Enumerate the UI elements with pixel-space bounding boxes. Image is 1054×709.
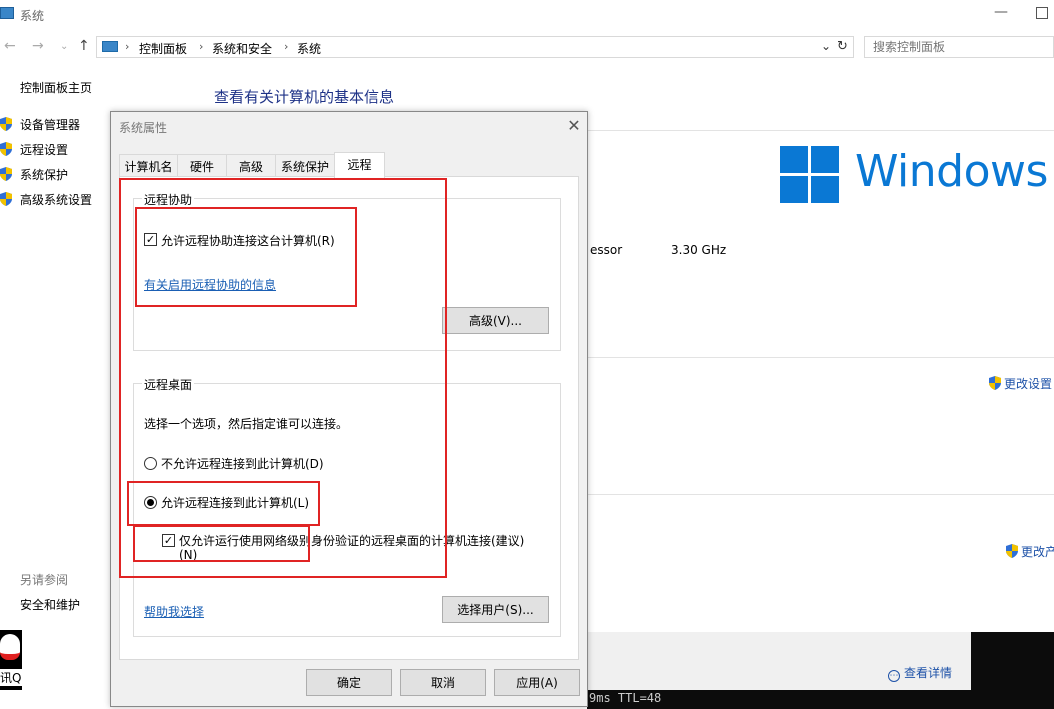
sidebar-item-label: 远程设置 [20, 143, 69, 157]
select-users-button[interactable]: 选择用户(S)... [442, 596, 549, 623]
remote-desktop-group: 远程桌面 选择一个选项，然后指定谁可以连接。 不允许远程连接到此计算机(D) 允… [133, 376, 561, 637]
deny-remote-label: 不允许远程连接到此计算机(D) [161, 457, 324, 471]
windows-logo-text: Windows 1 [855, 146, 1054, 197]
tab-advanced[interactable]: 高级 [226, 154, 276, 176]
remote-assistance-title: 远程协助 [142, 191, 195, 208]
uac-shield-icon [1006, 544, 1018, 558]
system-app-icon [0, 7, 14, 19]
breadcrumb-system-security[interactable]: 系统和安全 [212, 40, 272, 57]
view-details-link[interactable]: ⋯ 查看详情 [888, 664, 952, 682]
nla-only-checkbox[interactable]: ✓ [162, 534, 175, 547]
divider [588, 130, 1054, 131]
uac-shield-icon [989, 376, 1001, 390]
allow-remote-assistance-label: 允许远程协助连接这台计算机(R) [161, 234, 335, 248]
breadcrumb-separator-icon: › [125, 40, 130, 53]
address-toolbar: ← → ⌄ ↑ › 控制面板 › 系统和安全 › 系统 ⌄ ↻ [0, 32, 1054, 60]
remote-assistance-info-link[interactable]: 有关启用远程协助的信息 [144, 276, 276, 293]
search-input[interactable] [864, 36, 1054, 58]
sidebar-home-link[interactable]: 控制面板主页 [20, 79, 92, 96]
address-bar[interactable]: › 控制面板 › 系统和安全 › 系统 ⌄ ↻ [96, 36, 854, 58]
windows-logo-icon [780, 146, 840, 204]
tab-hardware[interactable]: 硬件 [177, 154, 227, 176]
divider [588, 357, 1054, 358]
processor-speed: 3.30 GHz [671, 243, 727, 257]
breadcrumb-separator-icon: › [199, 40, 204, 53]
remote-desktop-title: 远程桌面 [142, 376, 195, 393]
address-dropdown-icon[interactable]: ⌄ [821, 39, 831, 53]
title-bar: 系统 — [0, 0, 1054, 30]
remote-assistance-group: 远程协助 ✓ 允许远程协助连接这台计算机(R) 有关启用远程协助的信息 高级(V… [133, 191, 561, 351]
ok-button[interactable]: 确定 [306, 669, 392, 696]
allow-remote-label: 允许远程连接到此计算机(L) [161, 496, 310, 510]
back-arrow-icon[interactable]: ← [4, 38, 16, 54]
nla-only-label-cont: (N) [179, 548, 198, 562]
security-maintenance-link[interactable]: 安全和维护 [20, 596, 80, 613]
tab-system-protection[interactable]: 系统保护 [275, 154, 335, 176]
refresh-icon[interactable]: ↻ [837, 39, 848, 54]
tab-remote[interactable]: 远程 [334, 152, 385, 178]
allow-remote-assistance-checkbox[interactable]: ✓ [144, 233, 157, 246]
uac-shield-icon [0, 117, 12, 131]
forward-arrow-icon[interactable]: → [32, 38, 44, 54]
remote-tab-panel: 远程协助 ✓ 允许远程协助连接这台计算机(R) 有关启用远程协助的信息 高级(V… [119, 176, 579, 660]
up-arrow-icon[interactable]: ↑ [78, 38, 90, 54]
system-properties-dialog: 系统属性 ✕ 计算机名 硬件 高级 系统保护 远程 远程协助 ✓ 允许远程协助连… [110, 111, 588, 707]
qq-label: 讯QQ [0, 669, 22, 686]
processor-label: essor [590, 243, 623, 257]
window-title: 系统 [20, 9, 45, 23]
computer-icon [102, 41, 118, 52]
tab-computer-name[interactable]: 计算机名 [119, 154, 178, 176]
apply-button[interactable]: 应用(A) [494, 669, 580, 696]
divider [588, 494, 1054, 495]
breadcrumb-separator-icon: › [284, 40, 289, 53]
recent-locations-chevron-icon[interactable]: ⌄ [60, 41, 68, 52]
see-also-heading: 另请参阅 [20, 573, 69, 587]
uac-shield-icon [0, 167, 12, 181]
page-title: 查看有关计算机的基本信息 [214, 88, 395, 106]
sidebar-item-label: 设备管理器 [20, 118, 81, 132]
console-output: 9ms TTL=48 [587, 690, 1054, 709]
sidebar-item-label: 高级系统设置 [20, 193, 93, 207]
breadcrumb-system[interactable]: 系统 [297, 40, 321, 57]
uac-shield-icon [0, 192, 12, 206]
allow-remote-radio[interactable] [144, 496, 157, 509]
nla-only-label: 仅允许运行使用网络级别身份验证的远程桌面的计算机连接(建议) [179, 534, 525, 548]
advanced-button[interactable]: 高级(V)... [442, 307, 549, 334]
qq-penguin-icon [0, 634, 20, 660]
maximize-button[interactable] [1036, 7, 1048, 19]
dialog-title: 系统属性 [119, 121, 168, 135]
help-me-choose-link[interactable]: 帮助我选择 [144, 603, 204, 620]
breadcrumb-control-panel[interactable]: 控制面板 [139, 40, 187, 57]
check-icon: ✓ [163, 534, 174, 547]
more-icon: ⋯ [888, 670, 900, 682]
cancel-button[interactable]: 取消 [400, 669, 486, 696]
check-icon: ✓ [145, 233, 156, 246]
minimize-button[interactable]: — [993, 4, 1009, 24]
uac-shield-icon [0, 142, 12, 156]
remote-desktop-instruction: 选择一个选项，然后指定谁可以连接。 [144, 417, 349, 431]
sidebar-item-label: 系统保护 [20, 168, 69, 182]
close-icon[interactable]: ✕ [565, 116, 583, 135]
deny-remote-radio[interactable] [144, 457, 157, 470]
